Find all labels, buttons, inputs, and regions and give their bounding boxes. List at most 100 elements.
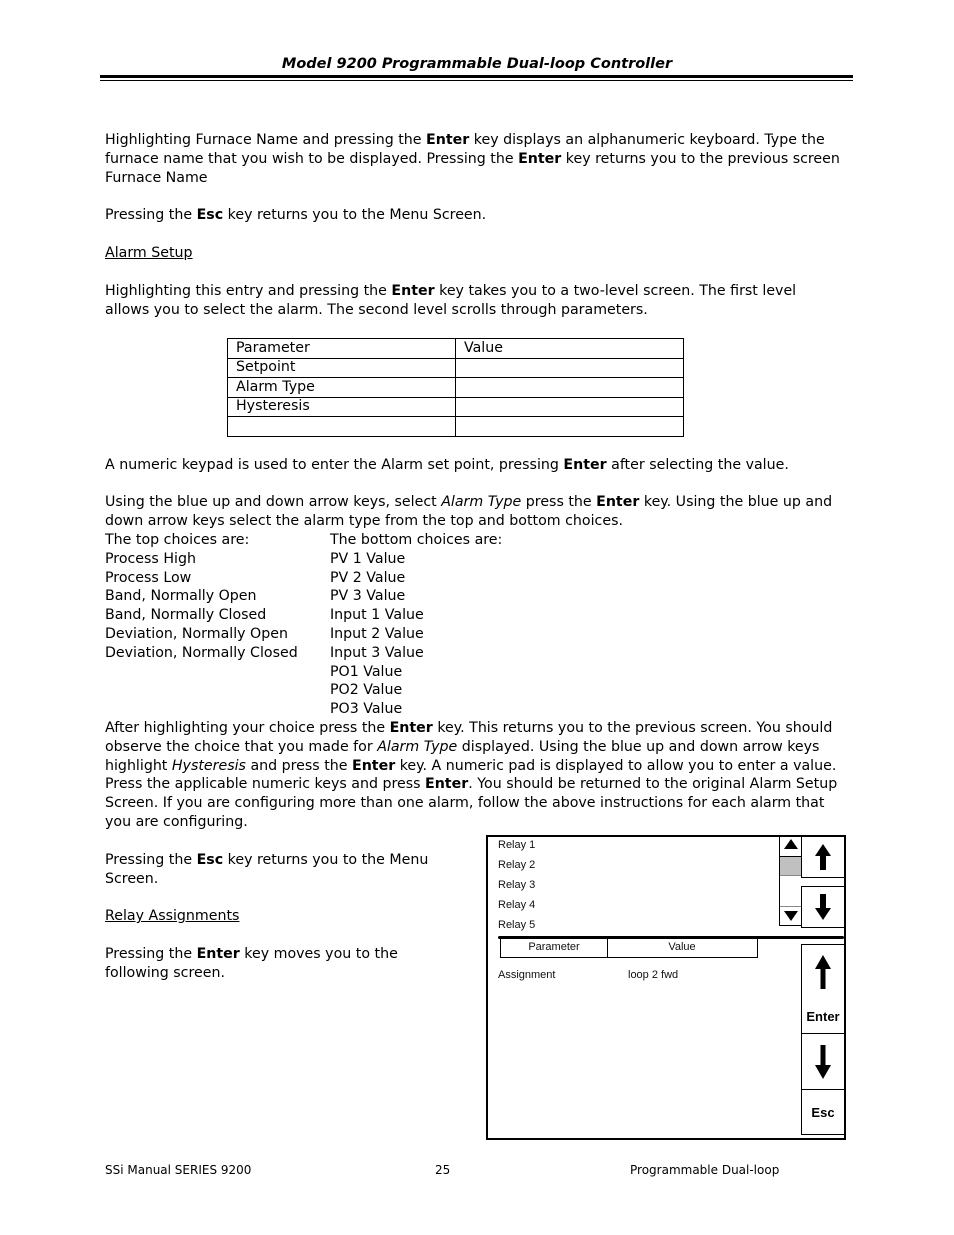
cell-parameter: Hysteresis [227,396,456,417]
list-item: Process Low [105,569,192,586]
text: Highlighting this entry and pressing the [105,283,392,299]
list-item: PO2 Value [330,682,403,699]
key-enter: Enter [563,457,607,473]
footer-left: SSi Manual SERIES 9200 [105,1163,252,1177]
text: Using the blue up and down arrow keys, s… [105,494,442,510]
table-row: Alarm Type [227,377,684,398]
text: after selecting the value. [606,457,789,473]
arrow-up-icon [815,955,831,989]
header-rule-thin [100,80,853,81]
cell-parameter [227,416,456,437]
term-alarm-type: Alarm Type [377,738,458,755]
scrollbar-thumb[interactable] [780,856,802,876]
cell-parameter: Setpoint [227,357,456,378]
enter-button-label: Enter [806,1008,840,1024]
list-item: Input 3 Value [330,644,424,661]
bottom-choices-label: The bottom choices are: [330,532,503,548]
paragraph-relay-enter: Pressing the Enter key moves you to the … [105,945,465,983]
footer-right: Programmable Dual-loop [630,1163,780,1177]
header-value: Value [455,338,684,359]
param-header-value: Value [607,939,758,958]
esc-button[interactable]: Esc [801,1090,844,1135]
key-enter: Enter [425,776,469,793]
list-item: Band, Normally Closed [105,607,267,624]
key-enter: Enter [596,494,640,510]
relay-list-item[interactable]: Relay 4 [498,899,535,911]
term-alarm-type: Alarm Type [441,494,522,510]
text: and press the [245,757,352,774]
key-enter: Enter [352,757,396,774]
text: Pressing the [105,852,197,868]
term-hysteresis: Hysteresis [171,757,246,774]
relay-assignment-screen: Relay 1 Relay 2 Relay 3 Relay 4 Relay 5 … [486,835,846,1140]
key-enter: Enter [389,720,433,736]
scroll-down-icon[interactable] [784,911,798,921]
relay-list-item[interactable]: Relay 2 [498,859,535,871]
list-item: PV 1 Value [330,550,406,567]
text: press the [521,494,597,510]
esc-button-label: Esc [811,1104,835,1120]
list-item: Deviation, Normally Open [105,625,288,642]
param-name[interactable]: Assignment [498,969,555,981]
key-enter: Enter [518,150,562,167]
relay-list-item[interactable]: Relay 5 [498,919,535,931]
section-heading-alarm-setup: Alarm Setup [105,245,193,261]
list-item: Input 1 Value [330,607,424,624]
list-item: PV 3 Value [330,588,406,605]
key-enter: Enter [426,132,470,148]
paragraph-alarm-type: Using the blue up and down arrow keys, s… [105,493,840,531]
paragraph-numeric-keypad: A numeric keypad is used to enter the Al… [105,456,840,475]
table-row: Setpoint [227,357,684,378]
page-header-title: Model 9200 Programmable Dual-loop Contro… [281,56,673,72]
list-item: PV 2 Value [330,569,406,586]
footer-page-number: 25 [435,1163,451,1177]
cell-value [455,396,684,417]
cell-value [455,416,684,437]
table-header-row: Parameter Value [227,338,684,359]
list-item: PO3 Value [330,701,403,718]
table-row [227,416,684,437]
cell-value [455,377,684,398]
param-header-parameter: Parameter [500,939,608,958]
key-enter: Enter [196,946,240,962]
arrow-down-icon [815,1044,831,1079]
section-heading-relay-assignments: Relay Assignments [105,908,240,924]
cell-value [455,357,684,378]
bottom-choices-list: The bottom choices are: PV 1 Value PV 2 … [330,531,502,719]
cell-parameter: Alarm Type [227,377,456,398]
relay-list-item[interactable]: Relay 3 [498,879,535,891]
paragraph-esc-menu-2: Pressing the Esc key returns you to the … [105,851,445,889]
param-up-button[interactable] [801,944,844,1000]
list-item: PO1 Value [330,663,403,680]
scroll-up-icon[interactable] [784,839,798,849]
table-row: Hysteresis [227,396,684,417]
arrow-down-icon [815,894,831,920]
relay-up-button[interactable] [801,837,844,878]
scrollbar-divider [780,906,802,907]
list-item: Band, Normally Open [105,588,257,605]
header-rule-thick [100,75,853,78]
text: Highlighting Furnace Name and pressing t… [105,132,427,148]
top-choices-list: The top choices are: Process High Proces… [105,531,298,663]
param-down-button[interactable] [801,1034,844,1090]
paragraph-furnace-name: Highlighting Furnace Name and pressing t… [105,131,840,187]
text: After highlighting your choice press the [105,720,390,736]
paragraph-esc-menu: Pressing the Esc key returns you to the … [105,206,840,225]
text: Pressing the [105,946,197,962]
relay-scrollbar[interactable] [779,837,802,926]
paragraph-after-choice: After highlighting your choice press the… [105,719,845,832]
key-enter: Enter [391,283,435,299]
param-value[interactable]: loop 2 fwd [628,969,678,981]
text: A numeric keypad is used to enter the Al… [105,457,564,473]
key-esc: Esc [196,852,224,868]
relay-list-item[interactable]: Relay 1 [498,839,535,851]
header-parameter: Parameter [227,338,456,359]
text: key returns you to the Menu Screen. [223,207,487,223]
list-item: Input 2 Value [330,625,424,642]
relay-down-button[interactable] [801,886,844,928]
list-item: Deviation, Normally Closed [105,644,298,661]
arrow-up-icon [815,844,831,870]
enter-button[interactable]: Enter [801,999,844,1034]
text: Pressing the [105,207,197,223]
alarm-parameter-table: Parameter Value Setpoint Alarm Type Hyst… [227,338,684,437]
